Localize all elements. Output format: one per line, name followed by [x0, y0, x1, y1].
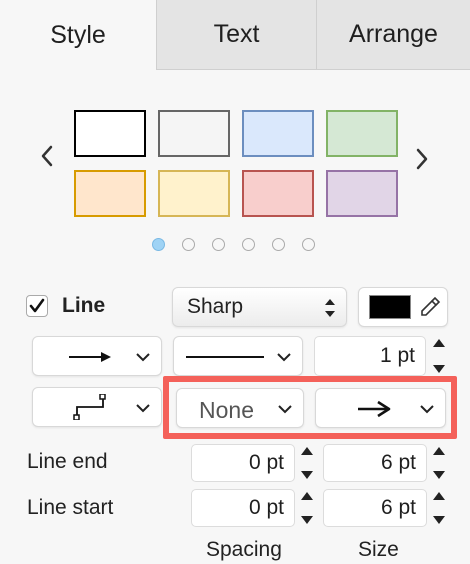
chevron-down-icon	[420, 405, 434, 414]
chevron-right-icon	[416, 148, 428, 170]
start-marker-select[interactable]: None	[176, 388, 304, 428]
tab-arrange-label: Arrange	[349, 20, 438, 48]
tab-style[interactable]: Style	[0, 0, 157, 70]
tab-style-label: Style	[50, 20, 106, 49]
line-start-size-input[interactable]: 6 pt	[323, 489, 427, 527]
line-width-input[interactable]: 1 pt	[314, 336, 426, 376]
style-swatch[interactable]	[74, 110, 146, 157]
line-start-size-value: 6 pt	[380, 496, 416, 519]
style-swatch[interactable]	[242, 170, 314, 217]
chevron-down-icon	[278, 405, 292, 414]
palette-page-dot[interactable]	[302, 238, 315, 251]
stepper-up-icon	[433, 447, 445, 455]
line-style-select[interactable]: Sharp	[172, 287, 347, 327]
chevron-left-icon	[41, 145, 53, 167]
checkmark-icon	[29, 298, 45, 313]
stepper-down-icon	[301, 471, 313, 479]
line-end-spacing-value: 0 pt	[248, 451, 284, 474]
line-checkbox[interactable]	[26, 295, 48, 317]
style-swatch[interactable]	[158, 110, 230, 157]
line-start-spacing-value: 0 pt	[248, 496, 284, 519]
style-swatch[interactable]	[326, 110, 398, 157]
style-swatch[interactable]	[242, 110, 314, 157]
line-end-size-input[interactable]: 6 pt	[323, 444, 427, 482]
eyedropper-icon	[421, 296, 441, 316]
tab-arrange[interactable]: Arrange	[317, 0, 470, 70]
line-style-value: Sharp	[187, 295, 244, 318]
stepper-down-icon	[301, 516, 313, 524]
line-start-spacing-input[interactable]: 0 pt	[191, 489, 295, 527]
line-end-spacing-input[interactable]: 0 pt	[191, 444, 295, 482]
style-swatch[interactable]	[74, 170, 146, 217]
line-color-button[interactable]	[358, 287, 448, 327]
line-start-size-stepper[interactable]	[429, 491, 449, 525]
connector-style-select[interactable]	[32, 387, 162, 427]
line-pattern-select[interactable]	[173, 336, 303, 376]
palette-page-dot[interactable]	[182, 238, 195, 251]
start-arrow-select[interactable]	[32, 336, 162, 376]
solid-line-icon	[186, 356, 264, 358]
line-end-spacing-stepper[interactable]	[297, 446, 317, 480]
orthogonal-connector-icon	[73, 394, 106, 420]
tab-text[interactable]: Text	[157, 0, 317, 70]
arrow-right-icon	[358, 400, 391, 418]
line-width-value: 1 pt	[379, 344, 415, 367]
spacing-caption: Spacing	[206, 538, 282, 561]
stepper-up-icon	[301, 492, 313, 500]
chevron-down-icon	[136, 353, 150, 362]
stepper-up-icon	[433, 492, 445, 500]
palette-page-dot[interactable]	[212, 238, 225, 251]
line-start-label: Line start	[27, 496, 114, 519]
start-marker-value: None	[199, 397, 254, 423]
style-swatch[interactable]	[326, 170, 398, 217]
chevron-down-icon	[277, 353, 291, 362]
line-color-swatch	[369, 295, 411, 319]
palette-page-dot[interactable]	[272, 238, 285, 251]
line-end-label: Line end	[27, 450, 108, 473]
stepper-up-icon	[433, 339, 445, 347]
tab-text-label: Text	[213, 20, 260, 48]
end-marker-select[interactable]	[315, 388, 446, 428]
size-caption: Size	[358, 538, 399, 561]
palette-next-button[interactable]	[415, 146, 429, 177]
palette-page-dot[interactable]	[152, 238, 165, 251]
stepper-down-icon	[433, 516, 445, 524]
line-start-spacing-stepper[interactable]	[297, 491, 317, 525]
palette-prev-button[interactable]	[40, 143, 54, 174]
line-width-stepper[interactable]	[429, 338, 449, 374]
stepper-down-icon	[433, 471, 445, 479]
select-arrows-icon	[325, 299, 335, 317]
arrow-right-icon	[69, 352, 111, 362]
palette-page-dot[interactable]	[242, 238, 255, 251]
line-label: Line	[62, 294, 106, 317]
stepper-up-icon	[301, 447, 313, 455]
chevron-down-icon	[136, 404, 150, 413]
line-end-size-stepper[interactable]	[429, 446, 449, 480]
stepper-down-icon	[433, 365, 445, 373]
style-swatch[interactable]	[158, 170, 230, 217]
line-end-size-value: 6 pt	[380, 451, 416, 474]
